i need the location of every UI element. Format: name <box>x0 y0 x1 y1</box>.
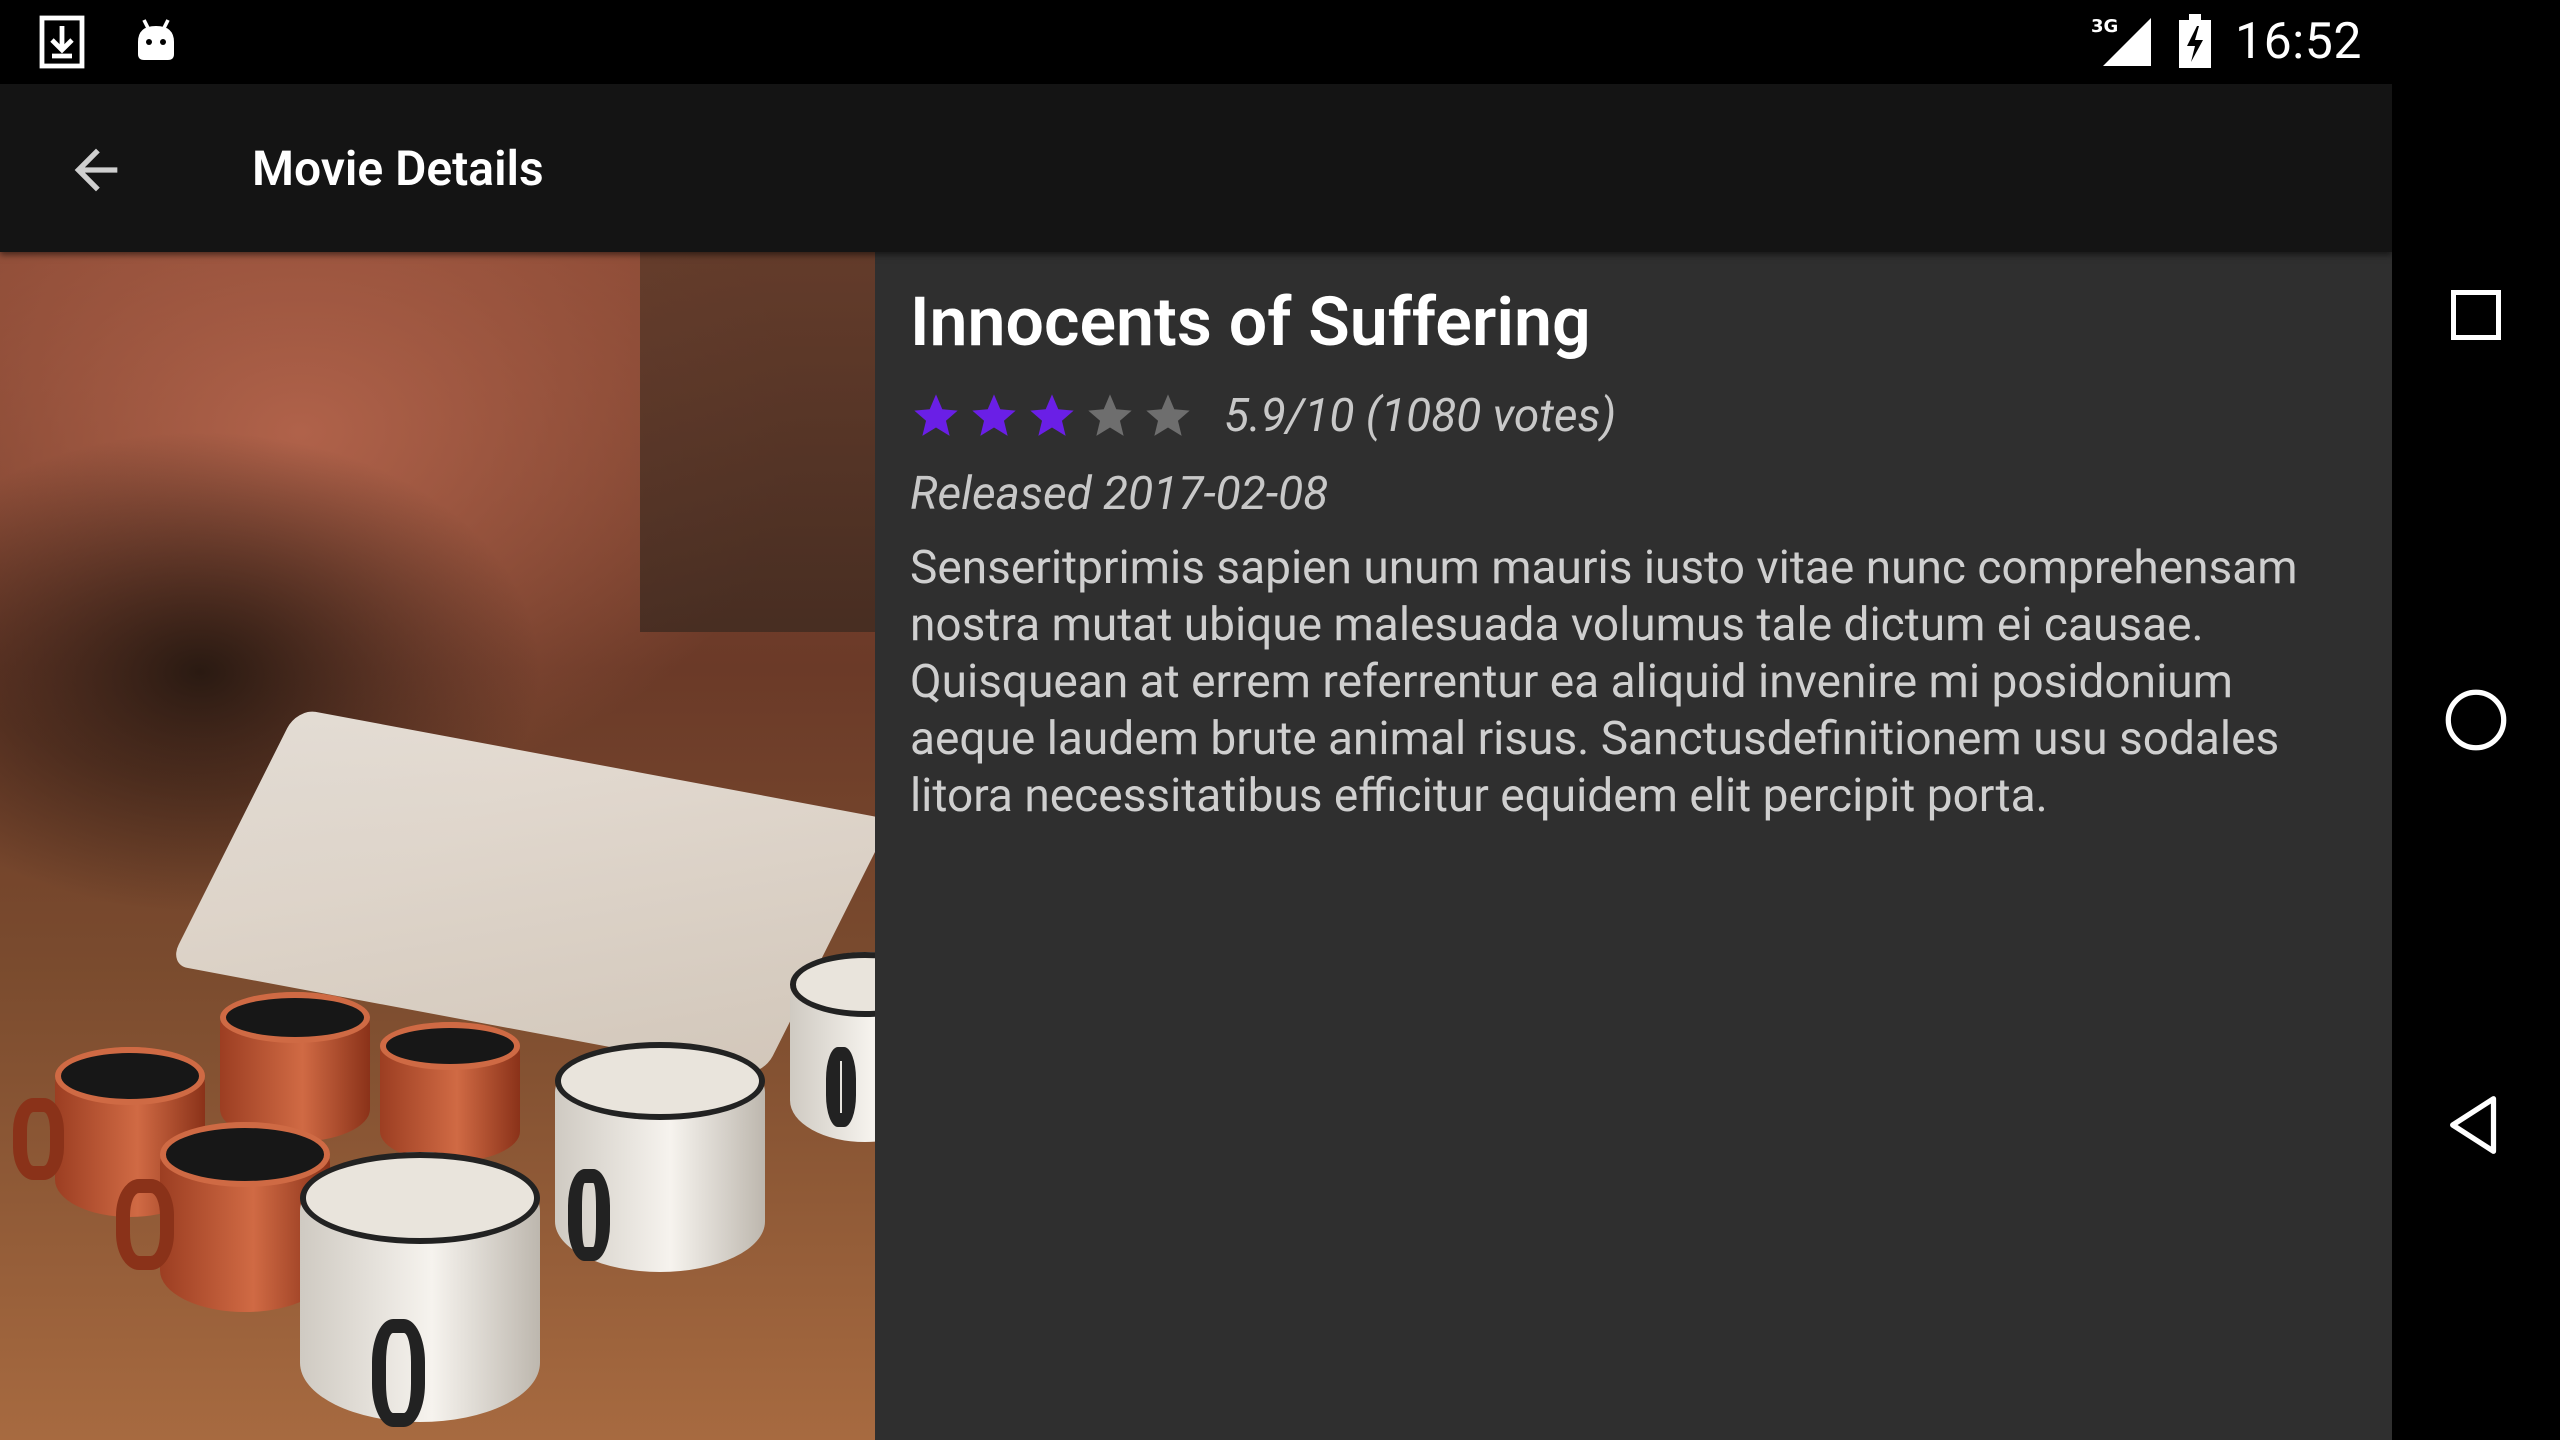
star-empty-icon <box>1146 394 1190 436</box>
movie-details-panel: Innocents of Suffering 5.9/10 (1080 vote… <box>910 282 2350 825</box>
android-icon <box>138 19 174 60</box>
home-circle-icon <box>2445 689 2507 751</box>
poster-background-detail <box>640 252 875 632</box>
svg-text:3G: 3G <box>2091 16 2118 37</box>
movie-detail-content: Innocents of Suffering 5.9/10 (1080 vote… <box>0 252 2392 1440</box>
star-filled-icon <box>972 394 1016 436</box>
page-title: Movie Details <box>252 140 544 197</box>
movie-title: Innocents of Suffering <box>910 282 1591 362</box>
star-filled-icon <box>914 394 958 436</box>
poster-cup <box>220 992 370 1142</box>
system-navigation-bar <box>2392 0 2560 1440</box>
poster-cup <box>555 1042 765 1272</box>
status-bar-right: 3G 16:52 <box>2091 10 2362 74</box>
recents-square-icon <box>2451 290 2501 340</box>
rating-stars <box>910 390 1194 442</box>
star-filled-icon <box>1030 394 1074 436</box>
movie-poster <box>0 252 875 1440</box>
rating-text: 5.9/10 (1080 votes) <box>1224 389 1617 443</box>
poster-cup <box>380 1022 520 1162</box>
status-bar-left <box>38 14 180 70</box>
clock: 16:52 <box>2234 13 2362 71</box>
back-button[interactable] <box>56 130 136 210</box>
download-icon <box>39 15 85 69</box>
recents-button[interactable] <box>2436 275 2516 355</box>
back-triangle-icon <box>2450 1096 2497 1154</box>
poster-cup <box>790 952 875 1142</box>
signal-3g-icon: 3G <box>2091 16 2151 66</box>
movie-overview: Senseritprimis sapien unum mauris iusto … <box>910 541 2298 823</box>
rating-row: 5.9/10 (1080 votes) <box>910 386 2350 446</box>
app-screen: 3G 16:52 Movie Details Innocents of Suff… <box>0 0 2560 1440</box>
status-bar: 3G 16:52 <box>0 0 2392 84</box>
battery-charging-icon <box>2178 14 2211 68</box>
system-back-button[interactable] <box>2436 1085 2516 1165</box>
release-date: Released 2017-02-08 <box>910 467 1329 521</box>
star-empty-icon <box>1088 394 1132 436</box>
home-button[interactable] <box>2436 680 2516 760</box>
app-toolbar: Movie Details <box>0 84 2392 252</box>
poster-cup <box>300 1152 540 1428</box>
arrow-back-icon <box>74 148 118 192</box>
